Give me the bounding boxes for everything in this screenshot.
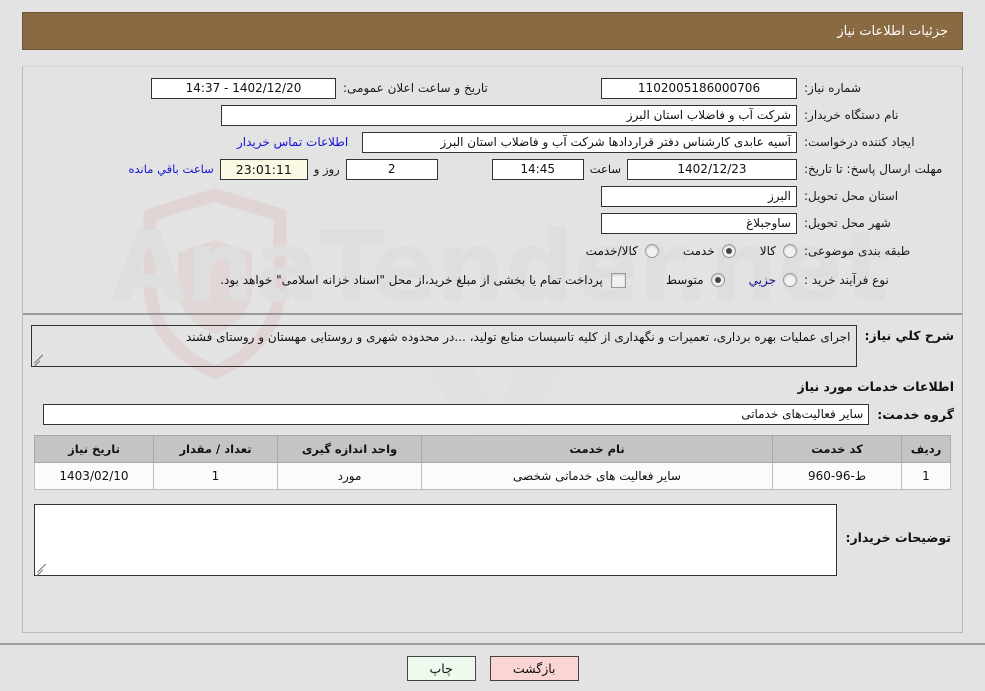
- needs-details-section: شرح کلي نیاز: اجرای عملیات بهره برداری، …: [23, 315, 962, 582]
- radio-icon-minor[interactable]: [783, 273, 797, 287]
- general-description-label: شرح کلي نیاز:: [864, 328, 954, 343]
- request-creator-label: ایجاد کننده درخواست:: [804, 134, 915, 149]
- radio-icon-goods[interactable]: [783, 244, 797, 258]
- row-subject-classification: طبقه بندی موضوعی: کالا خدمت کالا/خدمت: [31, 239, 954, 263]
- treasury-checkbox-option[interactable]: پرداخت تمام یا بخشی از مبلغ خرید،از محل …: [220, 272, 626, 288]
- general-info-section: شماره نیاز: 1102005186000706 تاریخ و ساع…: [23, 67, 962, 315]
- general-description-text: اجرای عملیات بهره برداری، تعمیرات و نگهد…: [185, 330, 851, 344]
- page-title: جزئیات اطلاعات نیاز: [837, 23, 948, 39]
- need-number-value: 1102005186000706: [601, 77, 797, 99]
- delivery-city-label: شهر محل تحویل:: [804, 215, 891, 230]
- row-need-number: شماره نیاز: 1102005186000706 تاریخ و ساع…: [31, 77, 954, 99]
- need-number-label: شماره نیاز:: [804, 80, 861, 95]
- table-row: 1 ط-96-960 سایر فعالیت های خدماتی شخصی م…: [34, 462, 951, 490]
- radio-option-goods[interactable]: کالا: [760, 244, 797, 258]
- delivery-city-value: ساوجبلاغ: [601, 212, 797, 234]
- purchase-process-label: نوع فرآیند خرید :: [804, 272, 889, 287]
- days-label: روز و: [313, 162, 340, 176]
- buyer-notes-label: توضیحات خریدار:: [845, 530, 951, 545]
- page-header-bar: جزئیات اطلاعات نیاز: [22, 12, 963, 50]
- radio-label-minor: جزیي: [748, 273, 776, 287]
- radio-option-service[interactable]: خدمت: [683, 244, 736, 258]
- row-response-deadline: مهلت ارسال پاسخ: تا تاریخ: 1402/12/23 سا…: [31, 158, 954, 180]
- response-deadline-label: مهلت ارسال پاسخ: تا تاریخ:: [804, 161, 943, 176]
- buyer-contact-link[interactable]: اطلاعات تماس خریدار: [231, 135, 354, 149]
- row-purchase-process: نوع فرآیند خرید : جزیي متوسط پرداخت تمام…: [31, 268, 954, 292]
- deadline-time-value: 14:45: [491, 158, 584, 180]
- footer-actions: بازگشت چاپ: [0, 656, 985, 681]
- row-delivery-city: شهر محل تحویل: ساوجبلاغ: [31, 212, 954, 234]
- cell-unit: مورد: [277, 462, 422, 490]
- request-creator-value: آسیه عابدی کارشناس دفتر قراردادها شرکت آ…: [362, 131, 797, 153]
- service-group-value: سایر فعالیت‌های خدماتی: [43, 404, 870, 425]
- service-items-table: ردیف کد خدمت نام خدمت واحد اندازه گیری ت…: [34, 435, 951, 490]
- th-unit: واحد اندازه گیری: [277, 435, 422, 463]
- th-code: کد خدمت: [772, 435, 902, 463]
- buyer-org-label: نام دستگاه خریدار:: [804, 107, 899, 122]
- announce-datetime-value: 1402/12/20 - 14:37: [151, 77, 336, 99]
- buyer-notes-value: [35, 505, 836, 511]
- radio-option-medium[interactable]: متوسط: [666, 273, 725, 287]
- radio-icon-goods-service[interactable]: [644, 244, 659, 258]
- row-general-description: شرح کلي نیاز: اجرای عملیات بهره برداری، …: [31, 325, 954, 367]
- radio-label-goods: کالا: [759, 244, 776, 258]
- details-panel: شماره نیاز: 1102005186000706 تاریخ و ساع…: [22, 66, 963, 633]
- cell-code: ط-96-960: [772, 462, 902, 490]
- radio-label-medium: متوسط: [665, 273, 704, 287]
- countdown-timer: 23:01:11: [219, 158, 308, 180]
- radio-label-goods-service: کالا/خدمت: [585, 244, 638, 258]
- th-quantity: تعداد / مقدار: [153, 435, 278, 463]
- service-group-label: گروه خدمت:: [877, 407, 954, 422]
- cell-quantity: 1: [153, 462, 278, 490]
- services-section-title: اطلاعات خدمات مورد نیاز: [797, 379, 955, 394]
- cell-need-date: 1403/02/10: [34, 462, 154, 490]
- radio-option-goods-service[interactable]: کالا/خدمت: [586, 244, 659, 258]
- general-description-value: اجرای عملیات بهره برداری، تعمیرات و نگهد…: [31, 325, 857, 367]
- th-need-date: تاریخ نیاز: [34, 435, 154, 463]
- deadline-date-value: 1402/12/23: [627, 158, 797, 180]
- checkbox-icon-treasury[interactable]: [610, 272, 626, 288]
- buyer-notes-textarea[interactable]: [34, 504, 838, 576]
- buyer-org-value: شرکت آب و فاضلاب استان البرز: [221, 104, 797, 126]
- radio-icon-medium[interactable]: [710, 273, 725, 287]
- hour-label: ساعت: [589, 162, 621, 176]
- footer-divider: [0, 643, 985, 645]
- cell-index: 1: [901, 462, 951, 490]
- treasury-note-text: پرداخت تمام یا بخشی از مبلغ خرید،از محل …: [220, 273, 603, 287]
- row-buyer-notes: توضیحات خریدار:: [31, 504, 954, 576]
- days-remaining-value: 2: [345, 158, 438, 180]
- delivery-province-value: البرز: [601, 185, 797, 207]
- resize-grip-icon: [34, 354, 45, 365]
- delivery-province-label: استان محل تحویل:: [804, 188, 899, 203]
- subject-classification-label: طبقه بندی موضوعی:: [804, 243, 911, 258]
- table-header-row: ردیف کد خدمت نام خدمت واحد اندازه گیری ت…: [34, 435, 951, 463]
- row-delivery-province: استان محل تحویل: البرز: [31, 185, 954, 207]
- print-button[interactable]: چاپ: [406, 656, 476, 681]
- row-buyer-org: نام دستگاه خریدار: شرکت آب و فاضلاب استا…: [31, 104, 954, 126]
- radio-option-minor[interactable]: جزیي: [749, 273, 797, 287]
- th-index: ردیف: [901, 435, 951, 463]
- radio-icon-service[interactable]: [721, 244, 736, 258]
- back-button[interactable]: بازگشت: [489, 656, 579, 681]
- page-root: AnaTender.net جزئیات اطلاعات نیاز شماره …: [0, 0, 985, 691]
- row-service-group: گروه خدمت: سایر فعالیت‌های خدماتی: [31, 404, 954, 425]
- announce-datetime-label: تاریخ و ساعت اعلان عمومی:: [343, 80, 488, 95]
- notes-resize-grip-icon: [37, 563, 48, 574]
- timer-remaining-label: ساعت باقي مانده: [128, 162, 214, 176]
- cell-name: سایر فعالیت های خدماتی شخصی: [421, 462, 773, 490]
- th-name: نام خدمت: [421, 435, 773, 463]
- row-request-creator: ایجاد کننده درخواست: آسیه عابدی کارشناس …: [31, 131, 954, 153]
- radio-label-service: خدمت: [682, 244, 715, 258]
